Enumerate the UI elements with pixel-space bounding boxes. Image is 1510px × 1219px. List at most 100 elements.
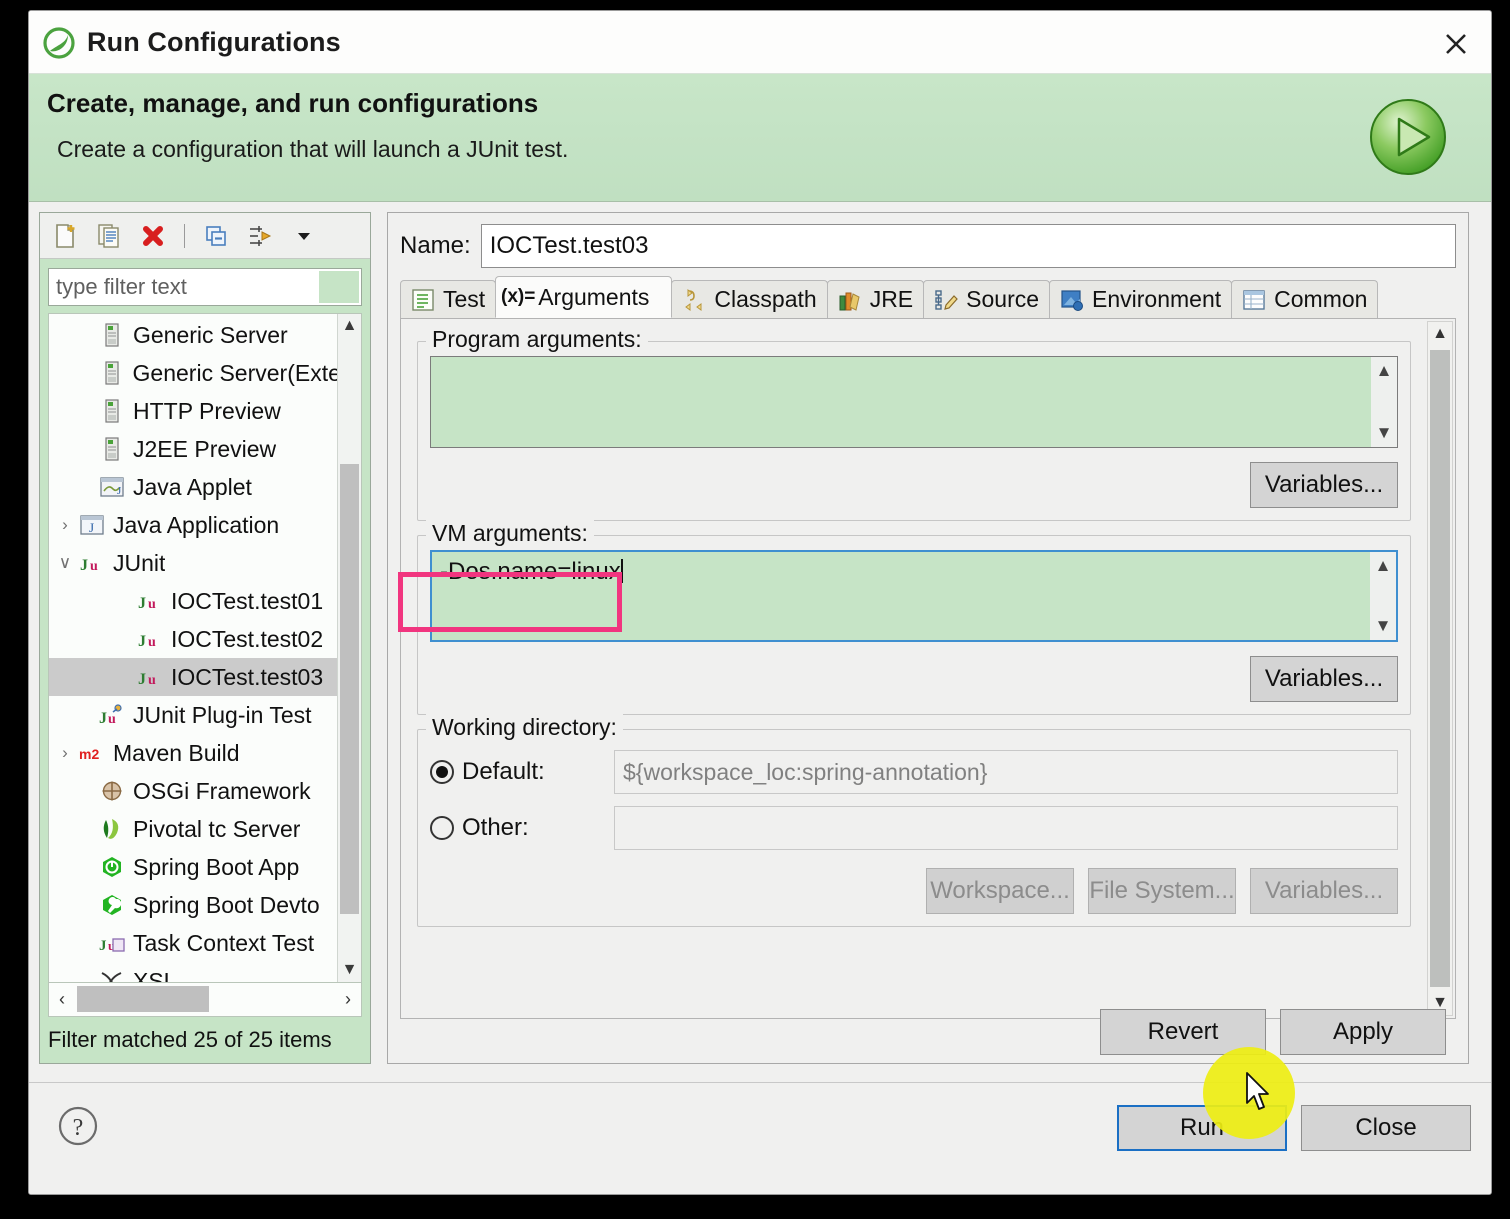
name-input[interactable]: IOCTest.test03: [480, 224, 1456, 268]
chevron-down-icon[interactable]: [287, 219, 321, 253]
delete-configuration-icon[interactable]: [136, 219, 170, 253]
search-input[interactable]: type filter text: [48, 268, 362, 306]
server-icon: [97, 398, 127, 424]
clear-filter-button[interactable]: [319, 271, 359, 303]
tree-item-ioctest-test03[interactable]: Ju IOCTest.test03: [49, 658, 337, 696]
tree-item-ioctest-test01[interactable]: Ju IOCTest.test01: [49, 582, 337, 620]
tab-jre[interactable]: JRE: [826, 280, 925, 318]
dialog-titlebar: Run Configurations: [29, 11, 1491, 74]
environment-icon: [1058, 288, 1086, 312]
close-icon[interactable]: [1439, 27, 1473, 61]
tree-item-java-application[interactable]: › J Java Application: [49, 506, 337, 544]
tree-item-j2ee-preview[interactable]: J2EE Preview: [49, 430, 337, 468]
filter-status-text: Filter matched 25 of 25 items: [48, 1027, 332, 1052]
tab-environment[interactable]: Environment: [1049, 280, 1233, 318]
working-directory-default-row: Default: ${workspace_loc:spring-annotati…: [430, 750, 1398, 794]
configurations-tree[interactable]: Generic Server Generic Server(Exte HTTP Pr…: [48, 313, 362, 983]
vm-arguments-scrollbar[interactable]: ▲ ▼: [1370, 552, 1396, 640]
workspace-button[interactable]: Workspace...: [926, 868, 1074, 914]
osgi-icon: [97, 778, 127, 804]
file-system-button[interactable]: File System...: [1088, 868, 1236, 914]
tree-item-task-context-test[interactable]: Ju Task Context Test: [49, 924, 337, 962]
svg-text:?: ?: [73, 1115, 84, 1141]
java-application-icon: J: [77, 512, 107, 538]
scroll-up-icon[interactable]: ▲: [338, 314, 361, 338]
scroll-down-icon[interactable]: ▼: [338, 958, 361, 982]
tab-label: Common: [1274, 286, 1368, 312]
tree-item-spring-boot-devto[interactable]: Spring Boot Devto: [49, 886, 337, 924]
new-configuration-icon[interactable]: [48, 219, 82, 253]
program-arguments-input[interactable]: ▲ ▼: [430, 356, 1398, 448]
vm-arguments-value: -Dos.name=linux: [440, 558, 621, 585]
scroll-down-icon[interactable]: ▼: [1376, 423, 1393, 443]
tree-item-label: IOCTest.test01: [171, 587, 324, 614]
tree-horizontal-scrollbar[interactable]: ‹ ›: [48, 983, 362, 1017]
program-arguments-scrollbar[interactable]: ▲ ▼: [1371, 357, 1397, 447]
tree-hscroll-thumb[interactable]: [77, 986, 209, 1012]
tree-item-generic-server-exte[interactable]: Generic Server(Exte: [49, 354, 337, 392]
other-directory-input[interactable]: [614, 806, 1398, 850]
tree-item-generic-server[interactable]: Generic Server: [49, 316, 337, 354]
tree-item-http-preview[interactable]: HTTP Preview: [49, 392, 337, 430]
tree-item-ioctest-test02[interactable]: Ju IOCTest.test02: [49, 620, 337, 658]
vm-arguments-input[interactable]: -Dos.name=linux ▲ ▼: [430, 550, 1398, 642]
working-directory-group: Working directory: Default: ${workspace_…: [417, 714, 1411, 927]
scroll-up-icon[interactable]: ▲: [1375, 556, 1392, 576]
help-question-icon[interactable]: ?: [57, 1105, 99, 1147]
program-arguments-variables-button[interactable]: Variables...: [1250, 462, 1398, 508]
default-label: Default:: [462, 758, 545, 785]
tab-source[interactable]: Source: [923, 280, 1051, 318]
content-vertical-scrollbar[interactable]: ▲ ▼: [1427, 321, 1453, 1016]
tree-item-label: Generic Server: [133, 321, 288, 348]
svg-text:u: u: [90, 559, 98, 574]
tab-classpath[interactable]: Classpath: [671, 280, 828, 318]
svg-text:m2: m2: [79, 746, 99, 762]
vm-arguments-variables-button[interactable]: Variables...: [1250, 656, 1398, 702]
default-radio[interactable]: [430, 760, 454, 784]
chevron-down-icon[interactable]: ∨: [53, 553, 77, 573]
dialog-title: Run Configurations: [87, 27, 341, 57]
footer-buttons: Run Close: [1117, 1105, 1471, 1151]
filter-area: type filter text: [40, 259, 370, 313]
tree-item-label: J2EE Preview: [133, 435, 277, 462]
run-button[interactable]: Run: [1117, 1105, 1287, 1151]
scroll-left-icon[interactable]: ‹: [49, 989, 75, 1010]
svg-text:u: u: [148, 673, 156, 688]
tab-arguments[interactable]: (x)= Arguments: [495, 276, 673, 318]
tree-item-junit[interactable]: ∨ Ju JUnit: [49, 544, 337, 582]
tree-scroll-thumb[interactable]: [340, 464, 359, 914]
tree-item-osgi-framework[interactable]: OSGi Framework: [49, 772, 337, 810]
duplicate-configuration-icon[interactable]: [92, 219, 126, 253]
revert-button[interactable]: Revert: [1100, 1009, 1266, 1055]
other-radio[interactable]: [430, 816, 454, 840]
xsl-icon: [97, 968, 127, 982]
scroll-down-icon[interactable]: ▼: [1375, 616, 1392, 636]
source-pencil-icon: [932, 288, 960, 312]
close-button[interactable]: Close: [1301, 1105, 1471, 1151]
tree-item-java-applet[interactable]: J Java Applet: [49, 468, 337, 506]
filter-icon[interactable]: [243, 219, 277, 253]
tree-item-spring-boot-app[interactable]: Spring Boot App: [49, 848, 337, 886]
collapse-all-icon[interactable]: [199, 219, 233, 253]
scroll-up-icon[interactable]: ▲: [1376, 361, 1393, 381]
scroll-right-icon[interactable]: ›: [335, 989, 361, 1010]
working-directory-variables-button[interactable]: Variables...: [1250, 868, 1398, 914]
tab-common[interactable]: Common: [1231, 280, 1379, 318]
tree-item-junit-plug-in-test[interactable]: Ju JUnit Plug-in Test: [49, 696, 337, 734]
spring-leaf-icon: [43, 27, 75, 59]
chevron-right-icon[interactable]: ›: [53, 743, 77, 763]
working-directory-other-row: Other:: [430, 806, 1398, 850]
tree-item-maven-build[interactable]: › m2 Maven Build: [49, 734, 337, 772]
tree-vertical-scrollbar[interactable]: ▲ ▼: [337, 314, 361, 982]
chevron-right-icon[interactable]: ›: [53, 515, 77, 535]
tab-test[interactable]: Test: [400, 280, 497, 318]
tree-item-xsl[interactable]: XSL: [49, 962, 337, 982]
apply-button[interactable]: Apply: [1280, 1009, 1446, 1055]
content-scroll-thumb[interactable]: [1430, 350, 1450, 987]
tree-item-label: Java Applet: [133, 473, 252, 500]
scroll-up-icon[interactable]: ▲: [1428, 322, 1452, 346]
test-icon: [409, 288, 437, 312]
tree-item-label: Generic Server(Exte: [132, 359, 337, 386]
configurations-toolbar: [40, 213, 370, 259]
tree-item-pivotal-tc-server[interactable]: Pivotal tc Server: [49, 810, 337, 848]
